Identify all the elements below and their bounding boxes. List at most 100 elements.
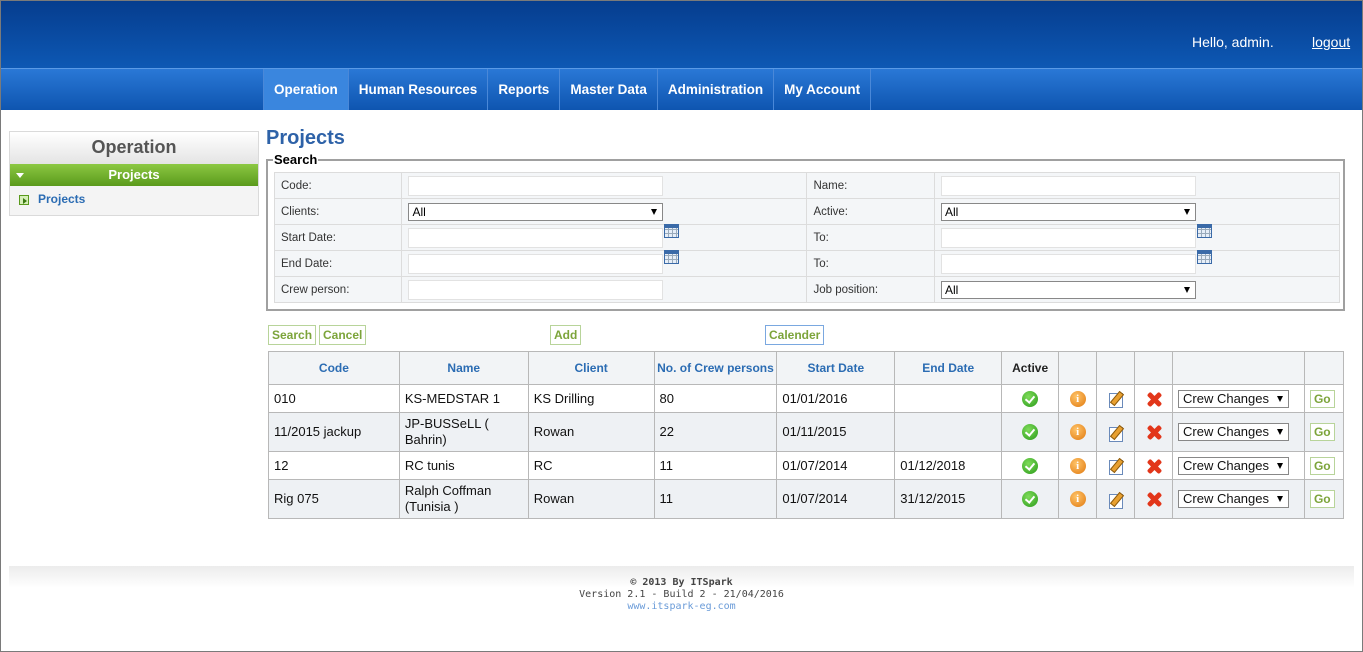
col-end-date-header[interactable]: End Date bbox=[894, 351, 1003, 385]
clients-label: Clients: bbox=[273, 198, 403, 225]
go-button[interactable]: Go bbox=[1309, 490, 1335, 508]
dropdown-arrow-icon bbox=[1277, 462, 1283, 469]
sidebar-title: Operation bbox=[10, 132, 258, 164]
calendar-icon[interactable] bbox=[664, 249, 680, 264]
sidebar: Operation Projects Projects bbox=[9, 131, 259, 216]
cell-code: 12 bbox=[268, 451, 400, 480]
col-crew-header[interactable]: No. of Crew persons bbox=[653, 351, 778, 385]
table-row: 11/2015 jackup JP-BUSSeLL ( Bahrin) Rowa… bbox=[268, 412, 1345, 452]
action-select-value: Crew Changes bbox=[1183, 491, 1269, 506]
action-select[interactable]: Crew Changes bbox=[1178, 456, 1289, 475]
table-row: Rig 075 Ralph Coffman (Tunisia ) Rowan 1… bbox=[268, 479, 1345, 519]
edit-icon[interactable] bbox=[1108, 457, 1124, 476]
go-button[interactable]: Go bbox=[1309, 423, 1335, 441]
start-date-to-input[interactable] bbox=[940, 227, 1196, 248]
cell-name: KS-MEDSTAR 1 bbox=[398, 384, 529, 413]
active-select[interactable]: All bbox=[940, 202, 1196, 221]
action-select[interactable]: Crew Changes bbox=[1178, 423, 1289, 441]
cell-client: Rowan bbox=[527, 412, 655, 452]
search-button[interactable]: Search bbox=[268, 325, 317, 345]
arrow-right-icon bbox=[19, 195, 29, 205]
nav-operation[interactable]: Operation bbox=[263, 69, 349, 110]
dropdown-arrow-icon bbox=[1277, 496, 1283, 502]
calendar-icon[interactable] bbox=[664, 223, 680, 238]
start-date-label: Start Date: bbox=[273, 224, 403, 251]
logout-link[interactable]: logout bbox=[1312, 34, 1350, 50]
cell-end-date: 01/12/2018 bbox=[894, 451, 1003, 480]
job-position-select[interactable]: All bbox=[940, 280, 1196, 299]
col-action-header bbox=[1172, 351, 1305, 385]
calendar-button[interactable]: Calender bbox=[765, 325, 825, 345]
start-date-to-label: To: bbox=[806, 224, 935, 251]
calendar-icon[interactable] bbox=[1196, 249, 1212, 264]
action-select[interactable]: Crew Changes bbox=[1178, 389, 1289, 408]
search-legend: Search bbox=[274, 152, 318, 167]
crew-person-input[interactable] bbox=[408, 279, 664, 300]
active-check-icon bbox=[1022, 491, 1039, 508]
cell-client: KS Drilling bbox=[527, 384, 655, 413]
go-button[interactable]: Go bbox=[1309, 389, 1335, 408]
go-button[interactable]: Go bbox=[1309, 456, 1335, 475]
info-icon[interactable]: i bbox=[1069, 457, 1086, 474]
col-info-header bbox=[1058, 351, 1098, 385]
clients-select[interactable]: All bbox=[408, 202, 664, 221]
name-input[interactable] bbox=[940, 175, 1196, 196]
cell-crew: 11 bbox=[653, 479, 778, 519]
nav-administration[interactable]: Administration bbox=[658, 69, 775, 110]
col-code-header[interactable]: Code bbox=[268, 351, 400, 385]
delete-icon[interactable] bbox=[1146, 458, 1162, 474]
delete-icon[interactable] bbox=[1146, 424, 1162, 440]
edit-icon[interactable] bbox=[1108, 491, 1124, 509]
sidebar-section-projects[interactable]: Projects bbox=[10, 164, 258, 186]
edit-icon[interactable] bbox=[1108, 390, 1124, 409]
col-delete-header bbox=[1134, 351, 1173, 385]
end-date-label: End Date: bbox=[273, 250, 403, 277]
nav-human-resources[interactable]: Human Resources bbox=[349, 69, 489, 110]
nav-master-data[interactable]: Master Data bbox=[560, 69, 658, 110]
nav-reports[interactable]: Reports bbox=[488, 69, 561, 110]
cell-name: RC tunis bbox=[398, 451, 529, 480]
cell-start-date: 01/07/2014 bbox=[776, 451, 896, 480]
job-position-label: Job position: bbox=[806, 276, 935, 303]
end-date-to-input[interactable] bbox=[940, 253, 1196, 274]
active-check-icon bbox=[1022, 457, 1039, 474]
footer-link[interactable]: www.itspark-eg.com bbox=[9, 601, 1354, 613]
sidebar-section-label: Projects bbox=[108, 167, 160, 182]
cell-client: Rowan bbox=[527, 479, 655, 519]
sidebar-item-projects[interactable]: Projects bbox=[10, 186, 258, 212]
footer: © 2013 By ITSpark Version 2.1 - Build 2 … bbox=[9, 566, 1354, 612]
end-date-input[interactable] bbox=[408, 253, 664, 274]
code-input[interactable] bbox=[408, 175, 664, 196]
cell-end-date bbox=[894, 412, 1003, 452]
calendar-icon[interactable] bbox=[1196, 223, 1212, 238]
name-label: Name: bbox=[806, 172, 935, 199]
cell-code: 010 bbox=[268, 384, 400, 413]
nav-my-account[interactable]: My Account bbox=[774, 69, 872, 110]
table-header-row: Code Name Client No. of Crew persons Sta… bbox=[268, 351, 1345, 385]
col-start-date-header[interactable]: Start Date bbox=[776, 351, 896, 385]
action-select-value: Crew Changes bbox=[1183, 424, 1269, 439]
col-name-header[interactable]: Name bbox=[398, 351, 529, 385]
active-check-icon bbox=[1022, 424, 1039, 441]
info-icon[interactable]: i bbox=[1069, 491, 1086, 508]
info-icon[interactable]: i bbox=[1069, 390, 1086, 407]
end-date-to-label: To: bbox=[806, 250, 935, 277]
greeting-text: Hello, admin. bbox=[1192, 34, 1274, 50]
add-button[interactable]: Add bbox=[550, 325, 582, 345]
sidebar-item-label: Projects bbox=[38, 192, 86, 206]
table-row: 12 RC tunis RC 11 01/07/2014 01/12/2018 … bbox=[268, 451, 1345, 480]
cell-crew: 11 bbox=[653, 451, 778, 480]
edit-icon[interactable] bbox=[1108, 424, 1124, 442]
table-row: 010 KS-MEDSTAR 1 KS Drilling 80 01/01/20… bbox=[268, 384, 1345, 413]
delete-icon[interactable] bbox=[1146, 491, 1162, 507]
footer-version: Version 2.1 - Build 2 - 21/04/2016 bbox=[579, 589, 784, 600]
start-date-input[interactable] bbox=[408, 227, 664, 248]
col-active-header: Active bbox=[1001, 351, 1060, 385]
info-icon[interactable]: i bbox=[1069, 424, 1086, 441]
delete-icon[interactable] bbox=[1146, 391, 1162, 407]
dropdown-arrow-icon bbox=[651, 208, 658, 215]
action-select[interactable]: Crew Changes bbox=[1178, 490, 1289, 508]
col-client-header[interactable]: Client bbox=[527, 351, 655, 385]
cancel-button[interactable]: Cancel bbox=[319, 325, 367, 345]
col-edit-header bbox=[1096, 351, 1136, 385]
